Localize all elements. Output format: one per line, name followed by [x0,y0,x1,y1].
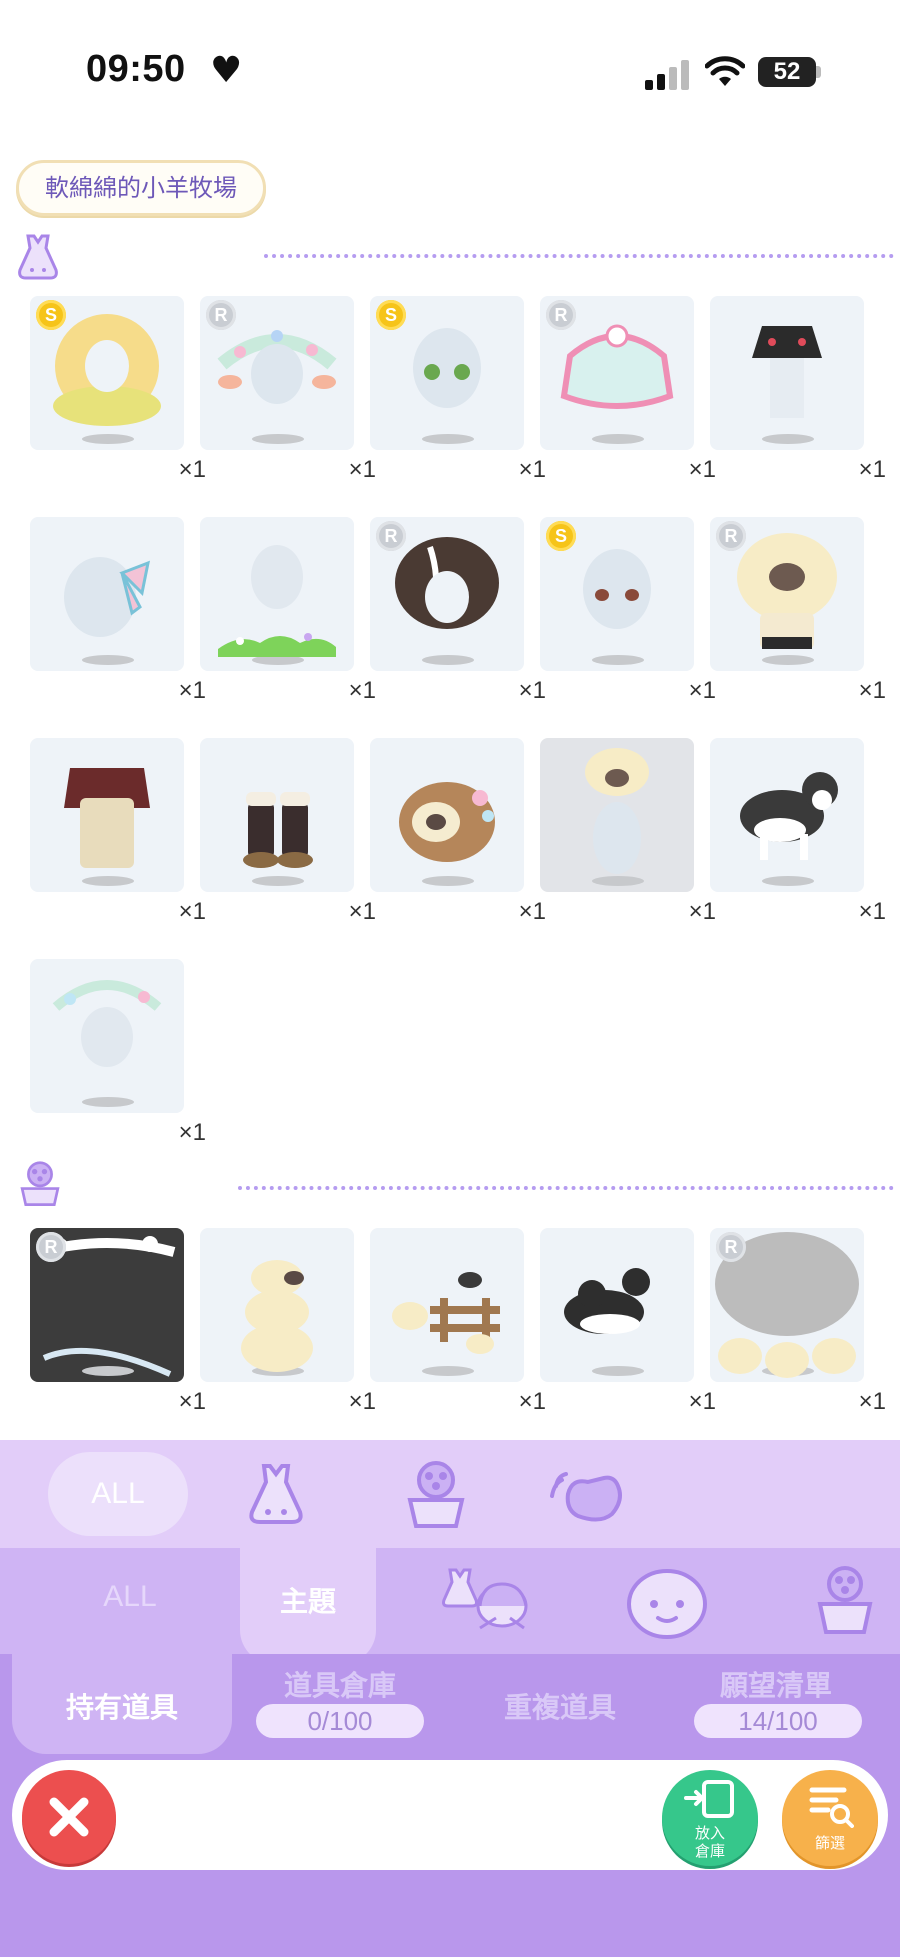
item-quantity: ×1 [858,1388,886,1415]
subcategory-outfit-tab[interactable] [440,1562,540,1638]
close-icon [49,1797,89,1837]
black-embroidered-vest-image [752,326,822,418]
theme-name-tag[interactable]: 軟綿綿的小羊牧場 [16,160,266,216]
border-collie-image [740,772,838,860]
dress-icon [18,234,58,280]
item-plaid-overalls[interactable] [30,738,184,892]
category-pose-tab[interactable] [548,1466,638,1526]
item-border-collie[interactable] [710,738,864,892]
item-quantity: ×1 [688,1388,716,1415]
fur-boots-image [243,792,313,868]
item-stacked-sheep[interactable] [200,1228,354,1382]
item-quantity: ×1 [858,677,886,704]
item-flower-garland-headband[interactable] [30,959,184,1113]
item-quantity: ×1 [348,677,376,704]
item-quantity: ×1 [688,677,716,704]
subcategory-decor-tab[interactable] [812,1562,878,1638]
category-dress-tab[interactable] [236,1460,316,1530]
item-green-eyes[interactable]: S [370,296,524,450]
rarity-badge: R [376,521,406,551]
category-decor-tab[interactable] [400,1458,472,1532]
filter-button[interactable]: 篩選 [782,1770,878,1866]
stacked-sheep-image [241,1260,313,1372]
item-chalkboard-flower-frame[interactable]: R [30,1228,184,1382]
rarity-badge: R [716,1232,746,1262]
item-flower-basket-sheep[interactable] [370,738,524,892]
item-quantity: ×1 [858,456,886,483]
subcategory-all-tab[interactable]: ALL [70,1580,190,1614]
sheep-fence-image [392,1272,500,1354]
grass-flowers-image [218,545,336,657]
rarity-badge: R [36,1232,66,1262]
storage-count: 0/100 [256,1704,424,1738]
category-all-tab[interactable]: ALL [48,1452,188,1536]
item-flower-wreath-sheep-ears[interactable]: R [200,296,354,450]
section-divider [238,1186,894,1190]
filter-icon [809,1787,854,1828]
tab-item-storage[interactable]: 道具倉庫 [240,1664,440,1704]
subcategory-face-tab[interactable] [624,1564,710,1640]
flower-basket-sheep-image [399,782,495,862]
rarity-badge: S [546,521,576,551]
move-to-storage-button[interactable]: 放入 倉庫 [662,1770,758,1866]
storage-icon [684,1780,734,1818]
rarity-badge: R [716,521,746,551]
ribbon-bow-image [64,557,151,637]
item-quantity: ×1 [688,898,716,925]
two-collies-image [564,1268,650,1334]
item-quantity: ×1 [518,677,546,704]
wishlist-count: 14/100 [694,1704,862,1738]
item-quantity: ×1 [178,898,206,925]
item-pink-teal-skirt[interactable]: R [540,296,694,450]
item-quantity: ×1 [518,898,546,925]
item-quantity: ×1 [348,1388,376,1415]
section-divider [264,254,894,258]
tab-wishlist[interactable]: 願望清單 [676,1664,876,1704]
item-quantity: ×1 [348,898,376,925]
item-sheep-fence[interactable] [370,1228,524,1382]
item-quantity: ×1 [348,456,376,483]
item-quantity: ×1 [178,677,206,704]
plaid-overalls-image [64,768,150,868]
rarity-badge: R [546,300,576,330]
tab-owned-items[interactable]: 持有道具 [12,1686,232,1726]
item-sheep-hat[interactable] [540,738,694,892]
item-quantity: ×1 [178,456,206,483]
flower-garland-headband-image [52,980,162,1067]
heart-icon: ♥ [210,50,243,91]
battery-cap [816,66,821,78]
item-ribbon-bow[interactable] [30,517,184,671]
tab-duplicate-items[interactable]: 重複道具 [460,1686,660,1726]
item-sheep-oval-frame[interactable]: R [710,1228,864,1382]
item-quantity: ×1 [178,1388,206,1415]
item-brown-messy-hair[interactable]: R [370,517,524,671]
close-button[interactable] [22,1770,116,1864]
sheep-hat-image [585,748,649,874]
item-yellow-curly-hair[interactable]: S [30,296,184,450]
item-quantity: ×1 [518,1388,546,1415]
item-fur-boots[interactable] [200,738,354,892]
wifi-icon [705,56,745,86]
rarity-badge: S [376,300,406,330]
status-time: 09:50 [86,48,186,90]
item-quantity: ×1 [688,456,716,483]
signal-icon [645,60,689,90]
filter-label: 篩選 [814,1834,845,1852]
item-quantity: ×1 [518,456,546,483]
item-black-embroidered-vest[interactable] [710,296,864,450]
flower-pot-icon [20,1161,60,1206]
item-quantity: ×1 [858,898,886,925]
subcategory-theme-tab[interactable]: 主題 [248,1580,368,1620]
item-two-collies[interactable] [540,1228,694,1382]
item-sheep-costume[interactable]: R [710,517,864,671]
battery-indicator: 52 [758,57,816,87]
rarity-badge: R [206,300,236,330]
item-brown-eyes[interactable]: S [540,517,694,671]
store-label-2: 倉庫 [694,1842,725,1860]
item-quantity: ×1 [178,1119,206,1146]
rarity-badge: S [36,300,66,330]
item-grass-flowers[interactable] [200,517,354,671]
